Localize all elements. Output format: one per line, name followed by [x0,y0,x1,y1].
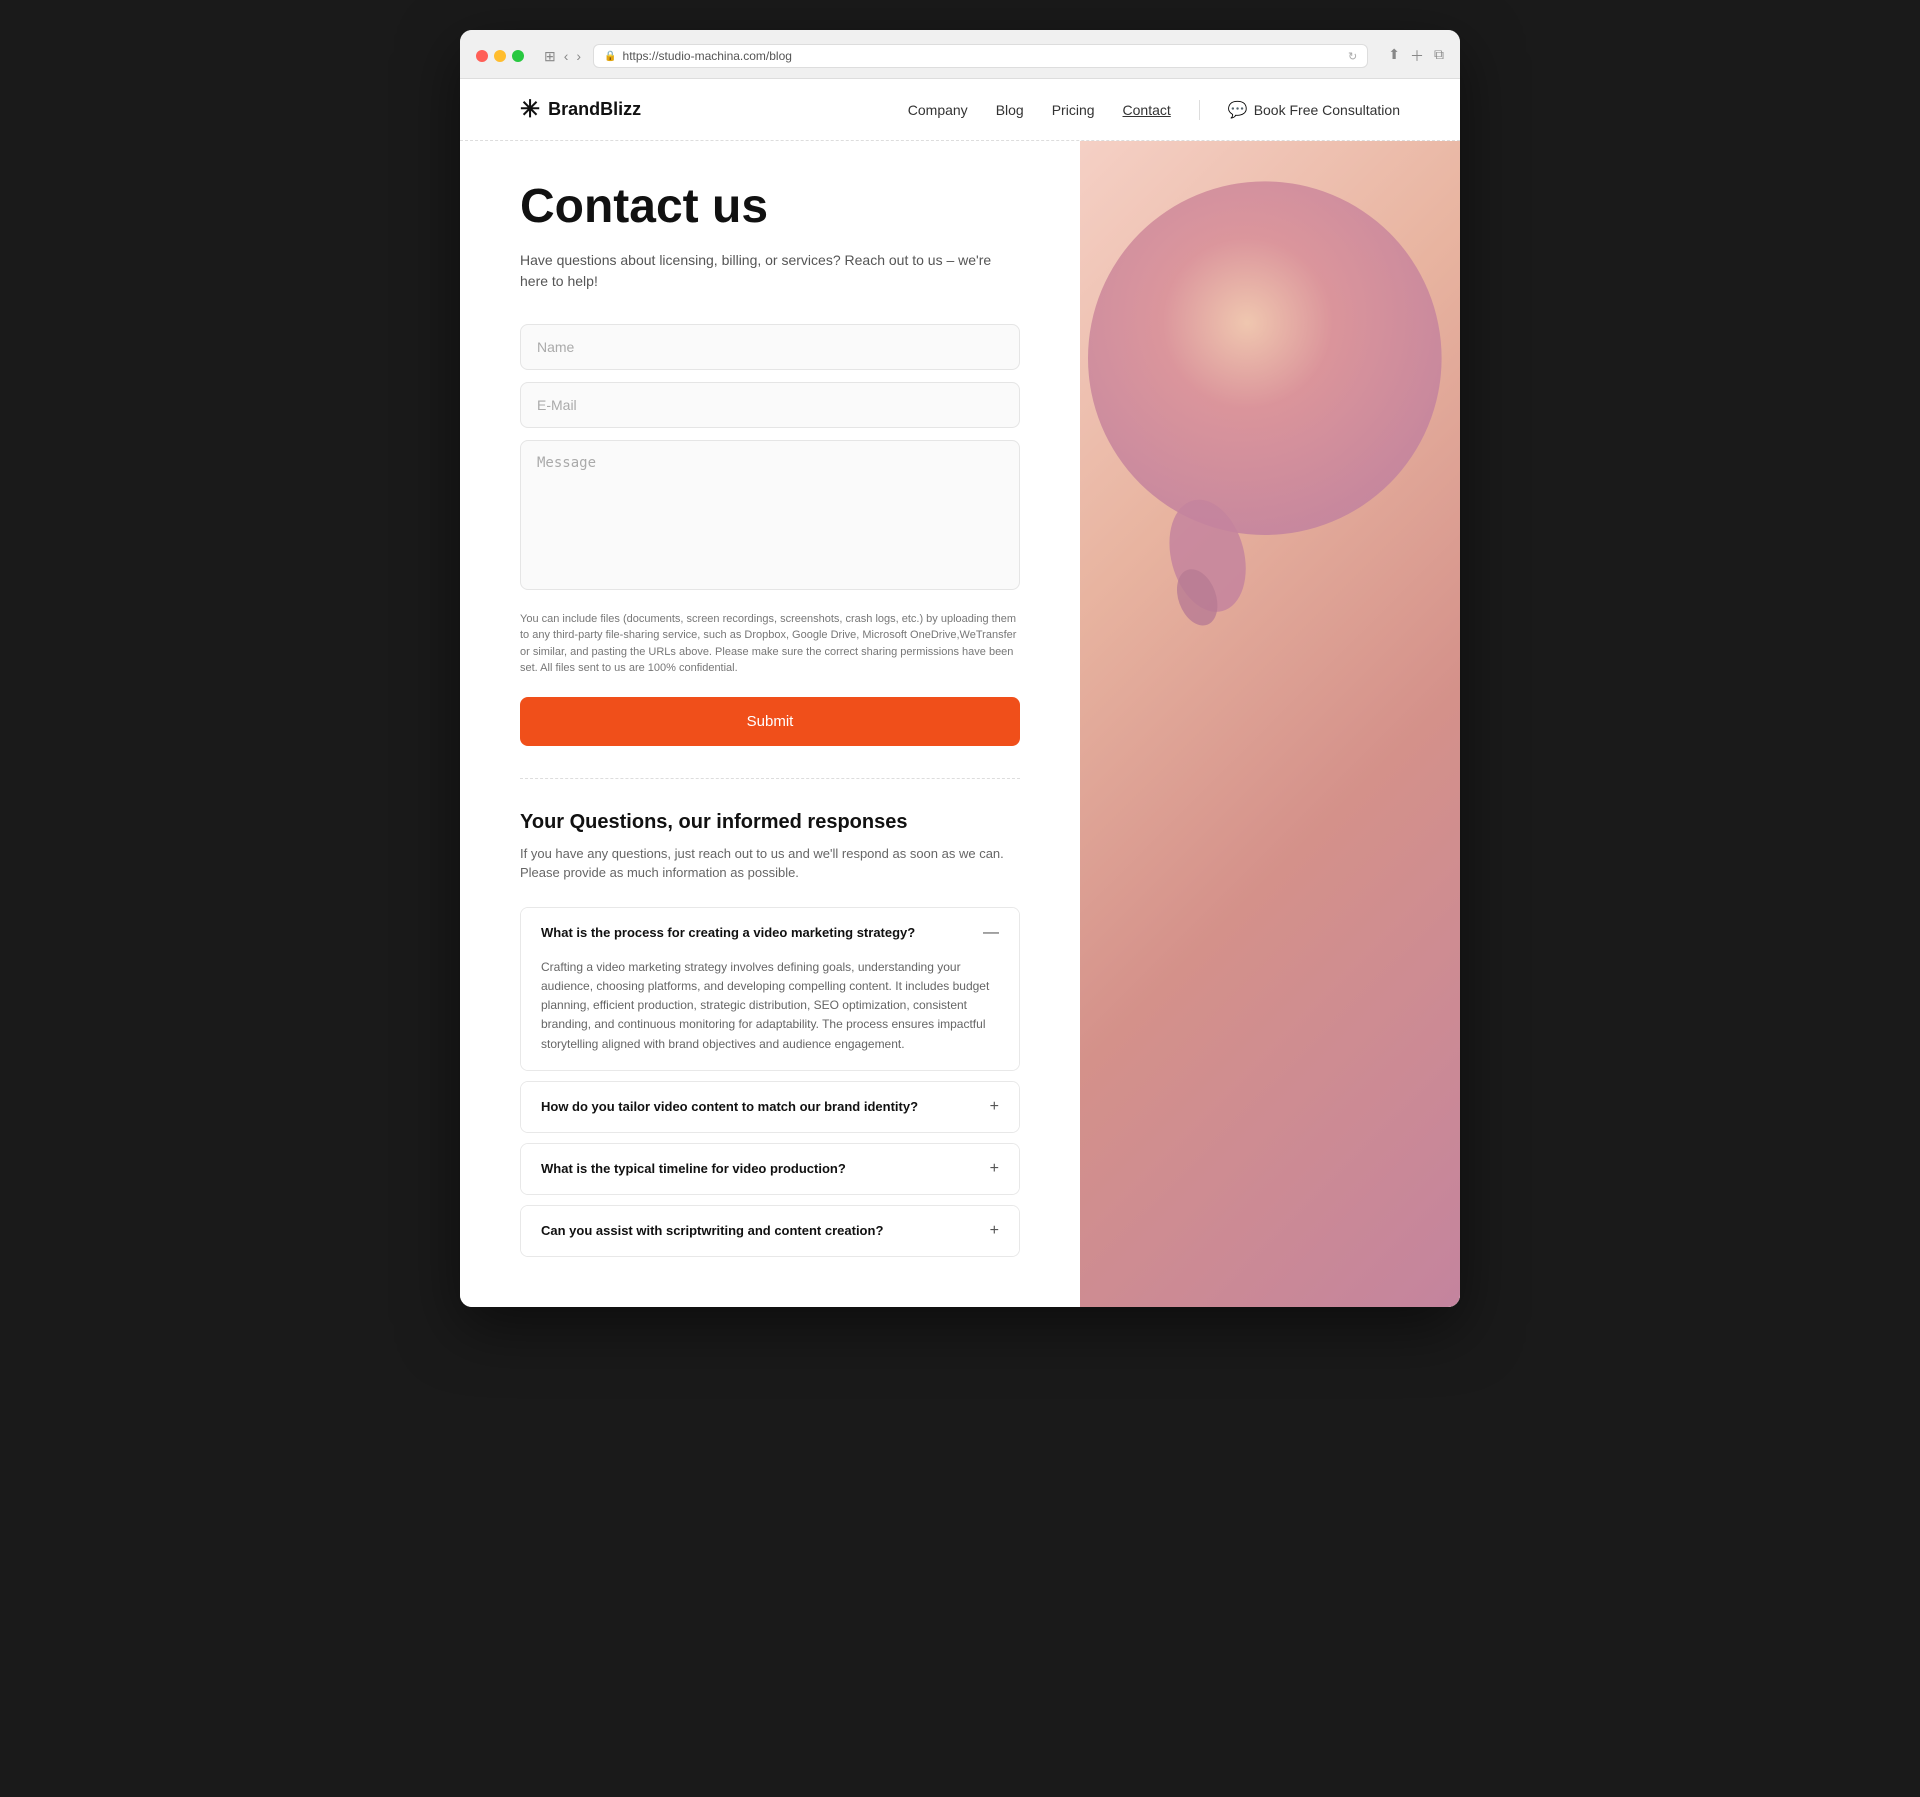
tabs-icon[interactable]: ⧉ [1434,46,1444,66]
faq-section: Your Questions, our informed responses I… [520,811,1020,1257]
name-input[interactable] [520,324,1020,370]
page-subtitle: Have questions about licensing, billing,… [520,250,1020,292]
faq-item-1: How do you tailor video content to match… [520,1081,1020,1133]
faq-expand-icon-2: + [990,1160,999,1178]
website: ✳ BrandBlizz Company Blog Pricing Contac… [460,79,1460,1307]
faq-item-0: What is the process for creating a video… [520,907,1020,1071]
browser-actions: ⬆ ＋ ⧉ [1388,46,1444,66]
faq-question-0[interactable]: What is the process for creating a video… [521,908,1019,958]
speech-bubble-illustration [1080,171,1460,691]
faq-question-text-0: What is the process for creating a video… [541,925,915,940]
address-bar[interactable]: 🔒 https://studio-machina.com/blog ↻ [593,44,1368,68]
browser-controls: ⊞ ‹ › [544,48,581,65]
faq-title: Your Questions, our informed responses [520,811,1020,834]
browser-chrome: ⊞ ‹ › 🔒 https://studio-machina.com/blog … [460,30,1460,79]
close-button[interactable] [476,50,488,62]
faq-subtitle: If you have any questions, just reach ou… [520,844,1020,883]
new-tab-icon[interactable]: ＋ [1410,46,1424,66]
faq-item-3: Can you assist with scriptwriting and co… [520,1205,1020,1257]
email-input[interactable] [520,382,1020,428]
minimize-button[interactable] [494,50,506,62]
logo-star-icon: ✳ [520,95,540,124]
faq-question-text-1: How do you tailor video content to match… [541,1099,918,1114]
logo[interactable]: ✳ BrandBlizz [520,95,641,124]
book-consultation-button[interactable]: 💬 Book Free Consultation [1228,100,1400,120]
faq-expand-icon-3: + [990,1222,999,1240]
chat-icon: 💬 [1228,100,1248,120]
share-icon[interactable]: ⬆ [1388,46,1400,66]
faq-item-2: What is the typical timeline for video p… [520,1143,1020,1195]
page-title: Contact us [520,181,1020,234]
faq-answer-0: Crafting a video marketing strategy invo… [521,958,1019,1070]
url-text: https://studio-machina.com/blog [623,49,792,63]
fullscreen-button[interactable] [512,50,524,62]
faq-question-text-2: What is the typical timeline for video p… [541,1161,846,1176]
nav-links: Company Blog Pricing Contact 💬 Book Free… [908,100,1400,120]
faq-question-text-3: Can you assist with scriptwriting and co… [541,1223,883,1238]
nav-company[interactable]: Company [908,102,968,118]
nav-blog[interactable]: Blog [996,102,1024,118]
faq-question-2[interactable]: What is the typical timeline for video p… [521,1144,1019,1194]
section-divider [520,778,1020,779]
submit-button[interactable]: Submit [520,697,1020,746]
nav-contact[interactable]: Contact [1123,102,1171,118]
sidebar-icon[interactable]: ⊞ [544,48,556,65]
file-note: You can include files (documents, screen… [520,611,1020,677]
forward-icon[interactable]: › [576,48,581,64]
right-decorative-section [1080,141,1460,1307]
logo-text: BrandBlizz [548,99,641,120]
main-content: Contact us Have questions about licensin… [460,141,1460,1307]
message-input[interactable] [520,440,1020,590]
contact-form: You can include files (documents, screen… [520,324,1020,746]
faq-expand-icon-1: + [990,1098,999,1116]
nav-pricing[interactable]: Pricing [1052,102,1095,118]
faq-collapse-icon-0: — [983,924,999,942]
faq-question-3[interactable]: Can you assist with scriptwriting and co… [521,1206,1019,1256]
nav-separator [1199,100,1200,120]
left-section: Contact us Have questions about licensin… [460,141,1080,1307]
navbar: ✳ BrandBlizz Company Blog Pricing Contac… [460,79,1460,141]
refresh-icon[interactable]: ↻ [1348,50,1357,63]
cta-label: Book Free Consultation [1254,102,1400,118]
lock-icon: 🔒 [604,51,616,62]
back-icon[interactable]: ‹ [564,48,569,64]
browser-window: ⊞ ‹ › 🔒 https://studio-machina.com/blog … [460,30,1460,1307]
traffic-lights [476,50,524,62]
faq-question-1[interactable]: How do you tailor video content to match… [521,1082,1019,1132]
